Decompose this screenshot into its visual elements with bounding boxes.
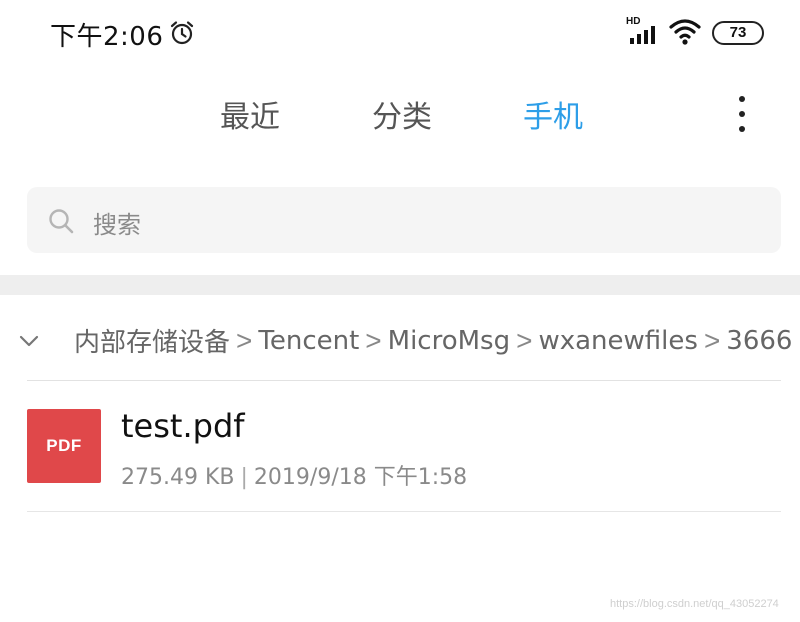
search-input[interactable]: 搜索 [27, 187, 781, 253]
status-time: 下午2:06 [50, 22, 164, 52]
search-placeholder: 搜索 [93, 211, 141, 239]
breadcrumb-separator: > [703, 324, 721, 356]
meta-separator: | [240, 465, 248, 490]
file-modified-date: 2019/9/18 下午1:58 [253, 465, 468, 490]
tab-phone[interactable]: 手机 [523, 92, 583, 136]
wifi-icon [669, 19, 701, 45]
chevron-down-icon[interactable] [16, 328, 42, 354]
breadcrumb-item[interactable]: 内部存储设备 [74, 322, 230, 359]
pdf-file-icon: PDF [27, 409, 101, 483]
tab-category[interactable]: 分类 [372, 92, 432, 136]
breadcrumb: 内部存储设备 > Tencent > MicroMsg > wxanewfile… [74, 322, 792, 359]
more-dot-icon [739, 111, 745, 117]
tab-recent[interactable]: 最近 [220, 92, 280, 136]
breadcrumb-separator: > [236, 324, 253, 356]
breadcrumb-item[interactable]: Tencent [258, 326, 359, 356]
alarm-clock-icon [170, 21, 194, 45]
divider [27, 380, 781, 381]
status-bar: 下午2:06 HD 73 [0, 0, 800, 66]
top-tabs: 最近 分类 手机 [0, 84, 800, 140]
file-size: 275.49 KB [121, 465, 235, 490]
breadcrumb-item[interactable]: MicroMsg [388, 326, 510, 356]
more-dot-icon [739, 126, 745, 132]
watermark: https://blog.csdn.net/qq_43052274 [610, 598, 779, 610]
search-icon [49, 209, 74, 234]
file-list-item[interactable]: PDF test.pdf 275.49 KB | 2019/9/18 下午1:58 [0, 395, 800, 511]
section-divider [0, 275, 800, 295]
breadcrumb-row: 内部存储设备 > Tencent > MicroMsg > wxanewfile… [0, 308, 800, 372]
battery-indicator: 73 [712, 21, 764, 45]
cellular-signal-icon: HD [626, 16, 662, 46]
more-dot-icon [739, 96, 745, 102]
signal-bars-icon [630, 26, 655, 44]
more-options-button[interactable] [726, 92, 758, 136]
divider [27, 511, 781, 512]
file-meta: 275.49 KB | 2019/9/18 下午1:58 [121, 459, 467, 491]
breadcrumb-separator: > [516, 324, 533, 356]
breadcrumb-item[interactable]: wxanewfiles [538, 326, 697, 356]
breadcrumb-separator: > [365, 324, 382, 356]
breadcrumb-item[interactable]: 3666 [726, 326, 792, 356]
file-name: test.pdf [121, 407, 245, 445]
